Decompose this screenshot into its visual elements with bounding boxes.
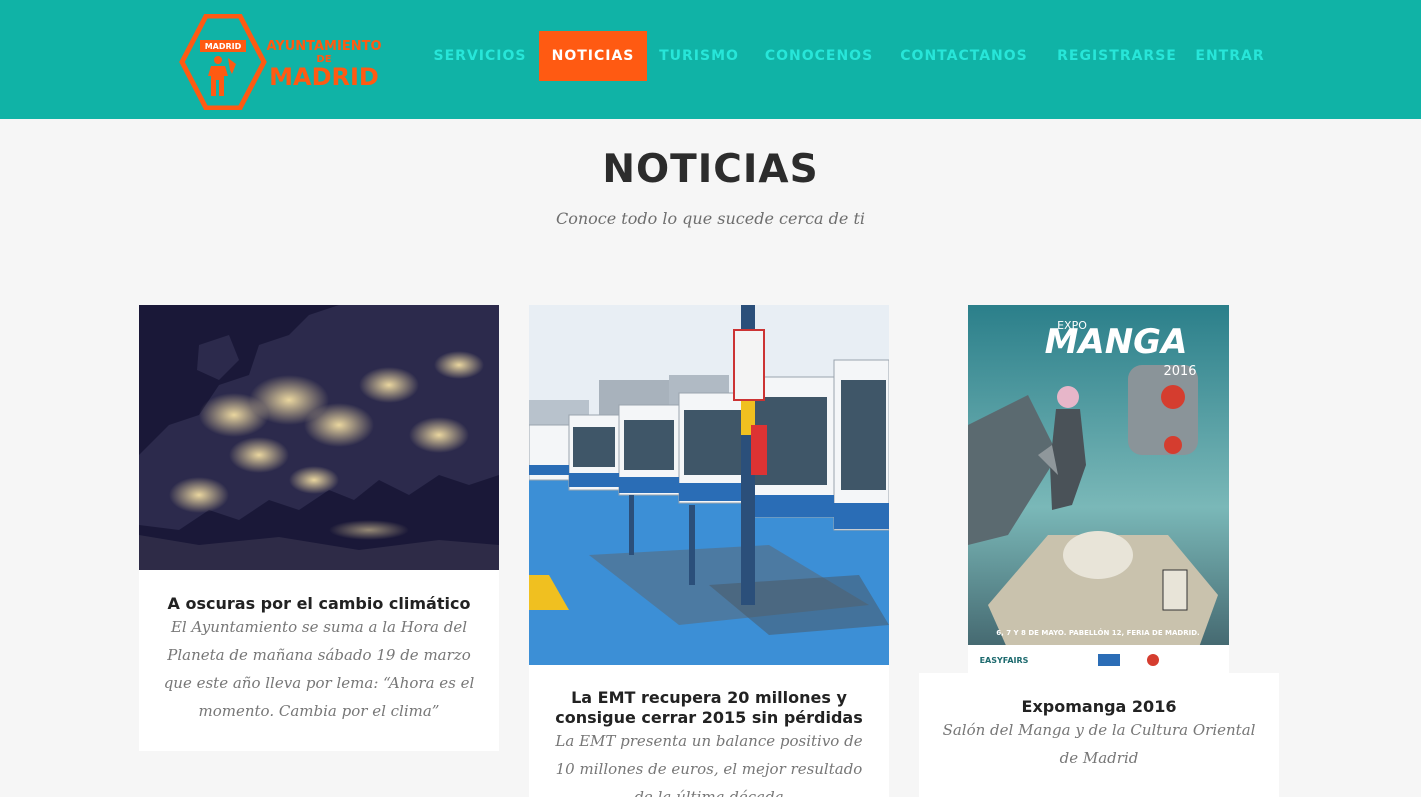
main-nav: SERVICIOS NOTICIAS TURISMO CONOCENOS CON… bbox=[0, 31, 1421, 81]
news-card[interactable]: La EMT recupera 20 millones y consigue c… bbox=[529, 305, 889, 797]
news-title[interactable]: A oscuras por el cambio climático bbox=[139, 594, 499, 614]
nav-entrar[interactable]: ENTRAR bbox=[1188, 31, 1272, 81]
news-excerpt: El Ayuntamiento se suma a la Hora del Pl… bbox=[163, 618, 475, 720]
europe-night-image[interactable] bbox=[139, 305, 499, 570]
nav-registrarse[interactable]: REGISTRARSE bbox=[1046, 31, 1188, 81]
news-title[interactable]: La EMT recupera 20 millones y consigue c… bbox=[529, 688, 889, 728]
svg-text:6, 7 Y 8 DE MAYO. PABELLÓN 12,: 6, 7 Y 8 DE MAYO. PABELLÓN 12, FERIA DE … bbox=[996, 628, 1199, 637]
svg-text:EXPO: EXPO bbox=[1057, 319, 1087, 332]
svg-text:2016: 2016 bbox=[1163, 364, 1196, 379]
nav-conocenos[interactable]: CONOCENOS bbox=[756, 31, 882, 81]
site-header: MADRID AYUNTAMIENTO DE MADRID SERVICIOS … bbox=[0, 0, 1421, 119]
svg-text:EASYFAIRS: EASYFAIRS bbox=[980, 656, 1029, 665]
emt-buses-image[interactable] bbox=[529, 305, 889, 665]
nav-noticias[interactable]: NOTICIAS bbox=[539, 31, 647, 81]
news-excerpt: Salón del Manga y de la Cultura Oriental… bbox=[942, 721, 1256, 767]
news-card[interactable]: A oscuras por el cambio climático El Ayu… bbox=[139, 305, 499, 751]
news-title[interactable]: Expomanga 2016 bbox=[919, 697, 1279, 717]
nav-turismo[interactable]: TURISMO bbox=[650, 31, 748, 81]
page-subtitle: Conoce todo lo que sucede cerca de ti bbox=[555, 209, 866, 228]
page-title: NOTICIAS bbox=[602, 147, 819, 192]
news-excerpt: La EMT presenta un balance positivo de 1… bbox=[555, 732, 863, 797]
nav-contactanos[interactable]: CONTACTANOS bbox=[892, 31, 1036, 81]
nav-servicios[interactable]: SERVICIOS bbox=[425, 31, 535, 81]
news-card[interactable]: MANGA EXPO 2016 6, 7 Y 8 DE MAYO. PABELL… bbox=[919, 305, 1279, 797]
expomanga-poster-image[interactable]: MANGA EXPO 2016 6, 7 Y 8 DE MAYO. PABELL… bbox=[968, 305, 1229, 673]
